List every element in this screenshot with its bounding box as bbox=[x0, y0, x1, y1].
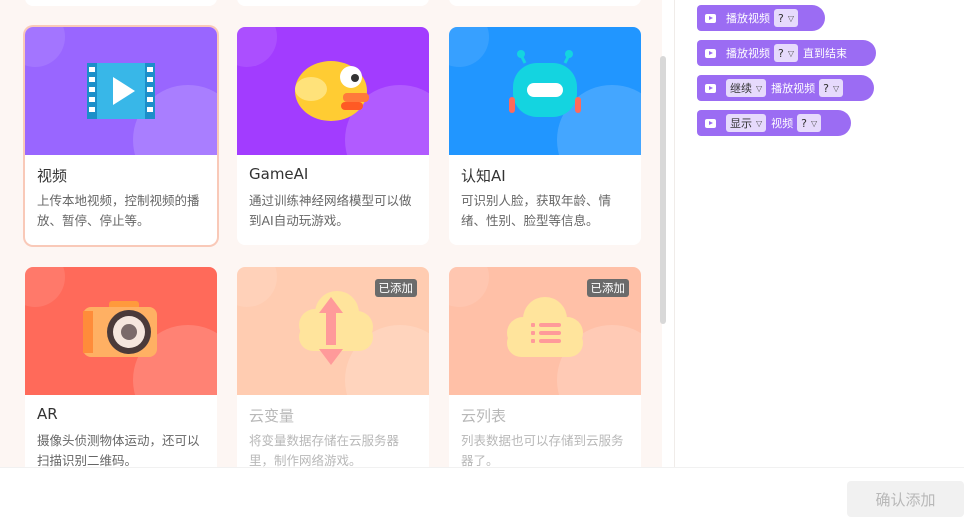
card-cognitive-ai[interactable]: 认知AI 可识别人脸，获取年龄、情绪、性别、脸型等信息。 bbox=[449, 27, 641, 245]
card-ar[interactable]: AR 摄像头侦测物体运动，还可以扫描识别二维码。 bbox=[25, 267, 217, 467]
video-block-icon bbox=[705, 13, 716, 23]
video-block-icon bbox=[705, 118, 716, 128]
block-text: 直到结束 bbox=[803, 47, 847, 60]
card-stub[interactable] bbox=[25, 0, 217, 6]
confirm-add-button[interactable]: 确认添加 bbox=[847, 481, 964, 517]
video-dropdown[interactable]: ? ▽ bbox=[774, 9, 798, 27]
card-description: 将变量数据存储在云服务器里，制作网络游戏。 bbox=[249, 433, 400, 467]
block-preview-panel: 播放视频 ? ▽ 播放视频 ? ▽ 直到结束 继续 ▽ 播放视频 ? ▽ 显示 ▽ 视频 … bbox=[675, 0, 964, 467]
block-text: 播放视频 bbox=[771, 82, 816, 95]
card-title: AR bbox=[37, 405, 58, 423]
card-banner: 已添加 bbox=[237, 267, 429, 395]
added-badge: 已添加 bbox=[374, 279, 417, 297]
card-title: 云变量 bbox=[249, 407, 295, 425]
action-dropdown[interactable]: 继续 ▽ bbox=[726, 79, 767, 97]
block-show-video[interactable]: 显示 ▽ 视频 ? ▽ bbox=[697, 110, 851, 136]
chevron-down-icon: ▽ bbox=[756, 118, 763, 128]
gallery-scrollbar[interactable] bbox=[660, 56, 666, 324]
card-description: 摄像头侦测物体运动，还可以扫描识别二维码。 bbox=[37, 433, 200, 467]
card-title: GameAI bbox=[249, 165, 309, 183]
card-description: 通过训练神经网络模型可以做到AI自动玩游戏。 bbox=[249, 193, 412, 228]
block-play-video-until-done[interactable]: 播放视频 ? ▽ 直到结束 bbox=[697, 40, 876, 66]
chevron-down-icon: ▽ bbox=[811, 118, 818, 128]
card-video[interactable]: 视频 上传本地视频，控制视频的播放、暂停、停止等。 bbox=[25, 27, 217, 245]
chevron-down-icon: ▽ bbox=[787, 48, 794, 58]
card-banner bbox=[449, 27, 641, 155]
dropdown-value: ? bbox=[778, 46, 784, 60]
dropdown-value: ? bbox=[778, 11, 784, 25]
video-dropdown[interactable]: ? ▽ bbox=[797, 114, 822, 132]
block-text: 视频 bbox=[771, 117, 794, 130]
camera-icon bbox=[83, 301, 157, 357]
card-cloud-list[interactable]: 已添加 云列表 列表数据也可以存储到云服务器了。 bbox=[449, 267, 641, 467]
card-description: 可识别人脸，获取年龄、情绪、性别、脸型等信息。 bbox=[461, 193, 612, 228]
block-text: 播放视频 bbox=[726, 12, 770, 25]
card-description: 上传本地视频，控制视频的播放、暂停、停止等。 bbox=[37, 193, 200, 228]
film-play-icon bbox=[87, 63, 155, 119]
visibility-dropdown[interactable]: 显示 ▽ bbox=[726, 114, 767, 132]
block-play-video[interactable]: 播放视频 ? ▽ bbox=[697, 5, 825, 31]
block-resume-video[interactable]: 继续 ▽ 播放视频 ? ▽ bbox=[697, 75, 874, 101]
video-dropdown[interactable]: ? ▽ bbox=[819, 79, 844, 97]
card-title: 视频 bbox=[37, 167, 68, 185]
card-banner bbox=[25, 27, 217, 155]
dropdown-value: 显示 bbox=[730, 117, 752, 130]
chevron-down-icon: ▽ bbox=[756, 83, 763, 93]
footer-bar bbox=[0, 467, 964, 522]
video-block-icon bbox=[705, 83, 716, 93]
card-description: 列表数据也可以存储到云服务器了。 bbox=[461, 433, 624, 467]
card-banner bbox=[237, 27, 429, 155]
flappy-bird-icon bbox=[295, 61, 369, 121]
robot-icon bbox=[509, 50, 581, 117]
card-stub[interactable] bbox=[237, 0, 429, 6]
card-gameai[interactable]: GameAI 通过训练神经网络模型可以做到AI自动玩游戏。 bbox=[237, 27, 429, 245]
dropdown-value: ? bbox=[801, 116, 807, 130]
card-banner: 已添加 bbox=[449, 267, 641, 395]
added-badge: 已添加 bbox=[586, 279, 629, 297]
extension-gallery: 视频 上传本地视频，控制视频的播放、暂停、停止等。 GameAI 通过训练神经网… bbox=[0, 0, 662, 467]
card-banner bbox=[25, 267, 217, 395]
video-dropdown[interactable]: ? ▽ bbox=[774, 44, 798, 62]
dropdown-value: 继续 bbox=[730, 82, 752, 95]
video-block-icon bbox=[705, 48, 716, 58]
block-text: 播放视频 bbox=[726, 47, 770, 60]
chevron-down-icon: ▽ bbox=[787, 13, 794, 23]
card-title: 云列表 bbox=[461, 407, 507, 425]
card-title: 认知AI bbox=[461, 167, 506, 185]
chevron-down-icon: ▽ bbox=[833, 83, 840, 93]
card-cloud-variable[interactable]: 已添加 云变量 将变量数据存储在云服务器里，制作网络游戏。 bbox=[237, 267, 429, 467]
dropdown-value: ? bbox=[823, 81, 829, 95]
card-stub[interactable] bbox=[449, 0, 641, 6]
